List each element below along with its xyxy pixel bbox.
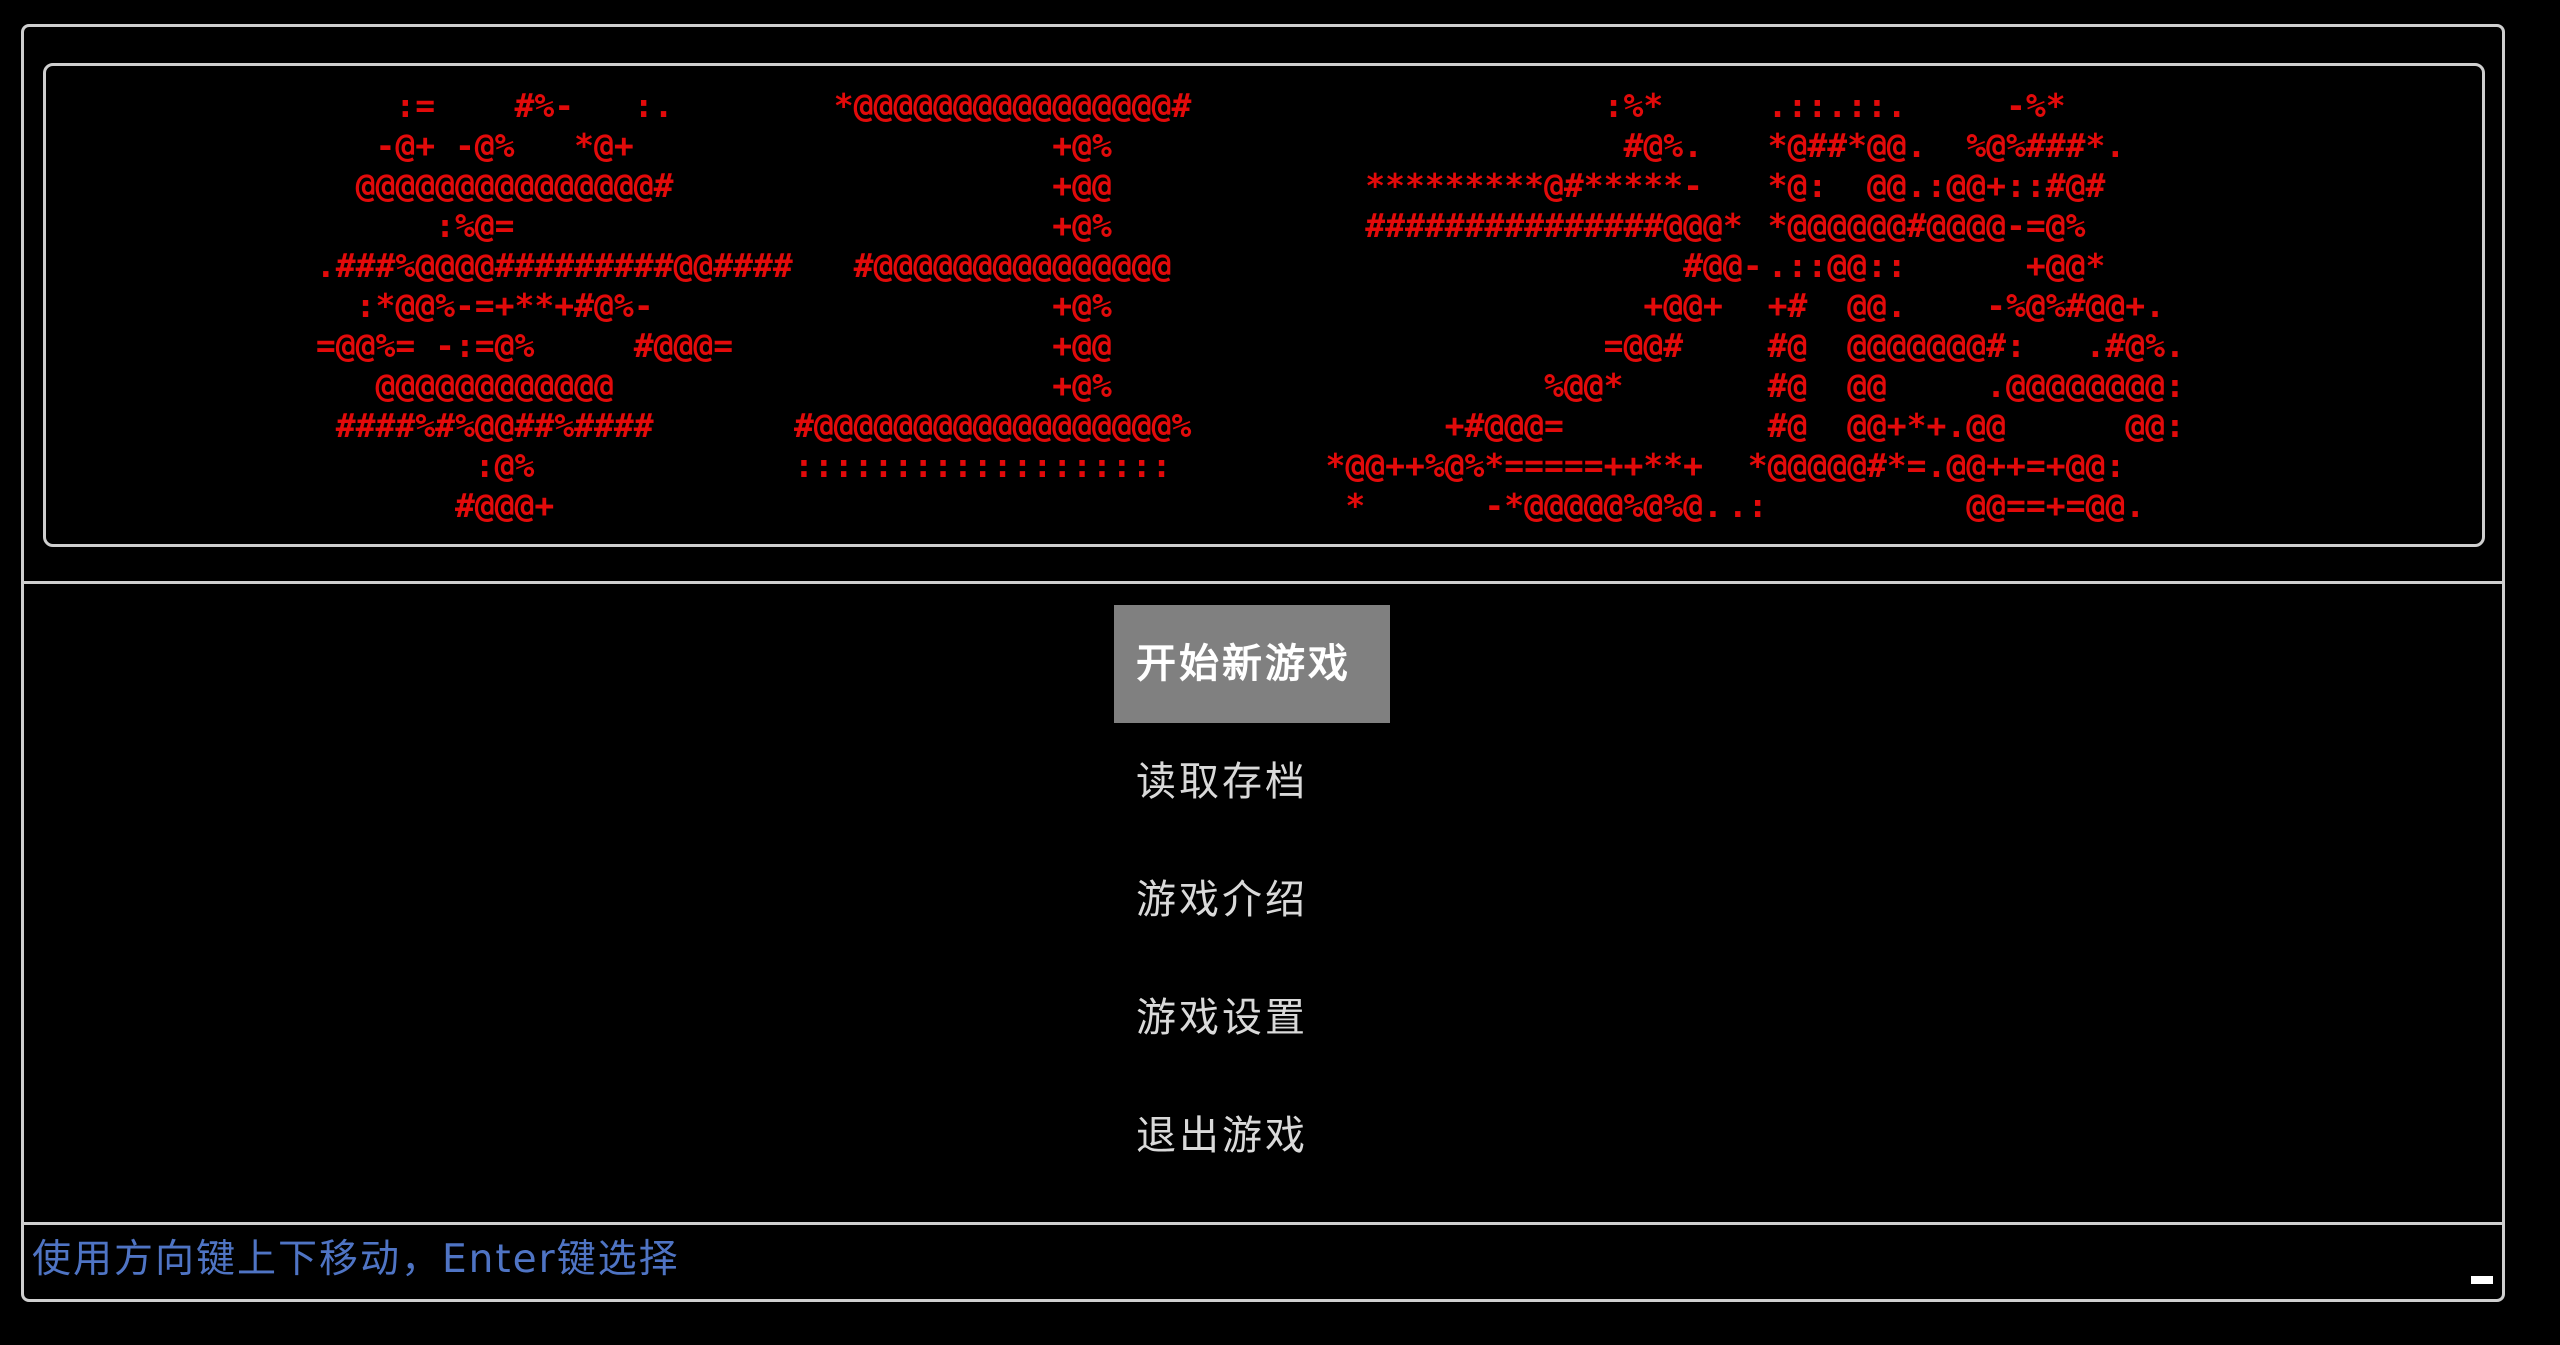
title-banner: := #%- :. -@+ -@% *@+ @@@@@@@@@@@@@@@# :…	[43, 63, 2485, 547]
menu-item-exit-game[interactable]: 退出游戏	[1114, 1077, 1390, 1195]
status-hint: 使用方向键上下移动，Enter键选择	[32, 1237, 680, 1282]
menu-item-game-intro[interactable]: 游戏介绍	[1114, 841, 1390, 959]
main-menu: 开始新游戏 读取存档 游戏介绍 游戏设置 退出游戏	[1114, 605, 1390, 1195]
ascii-art-char-4: .::.::. -%* *@##*@@. %@%###*. *@: @@.:@@…	[1727, 86, 2185, 525]
menu-item-load-save[interactable]: 读取存档	[1114, 723, 1390, 841]
menu-item-new-game[interactable]: 开始新游戏	[1114, 605, 1390, 723]
status-divider	[21, 1222, 2505, 1225]
menu-item-game-settings[interactable]: 游戏设置	[1114, 959, 1390, 1077]
cursor-block	[2471, 1276, 2493, 1284]
banner-divider	[21, 581, 2505, 584]
